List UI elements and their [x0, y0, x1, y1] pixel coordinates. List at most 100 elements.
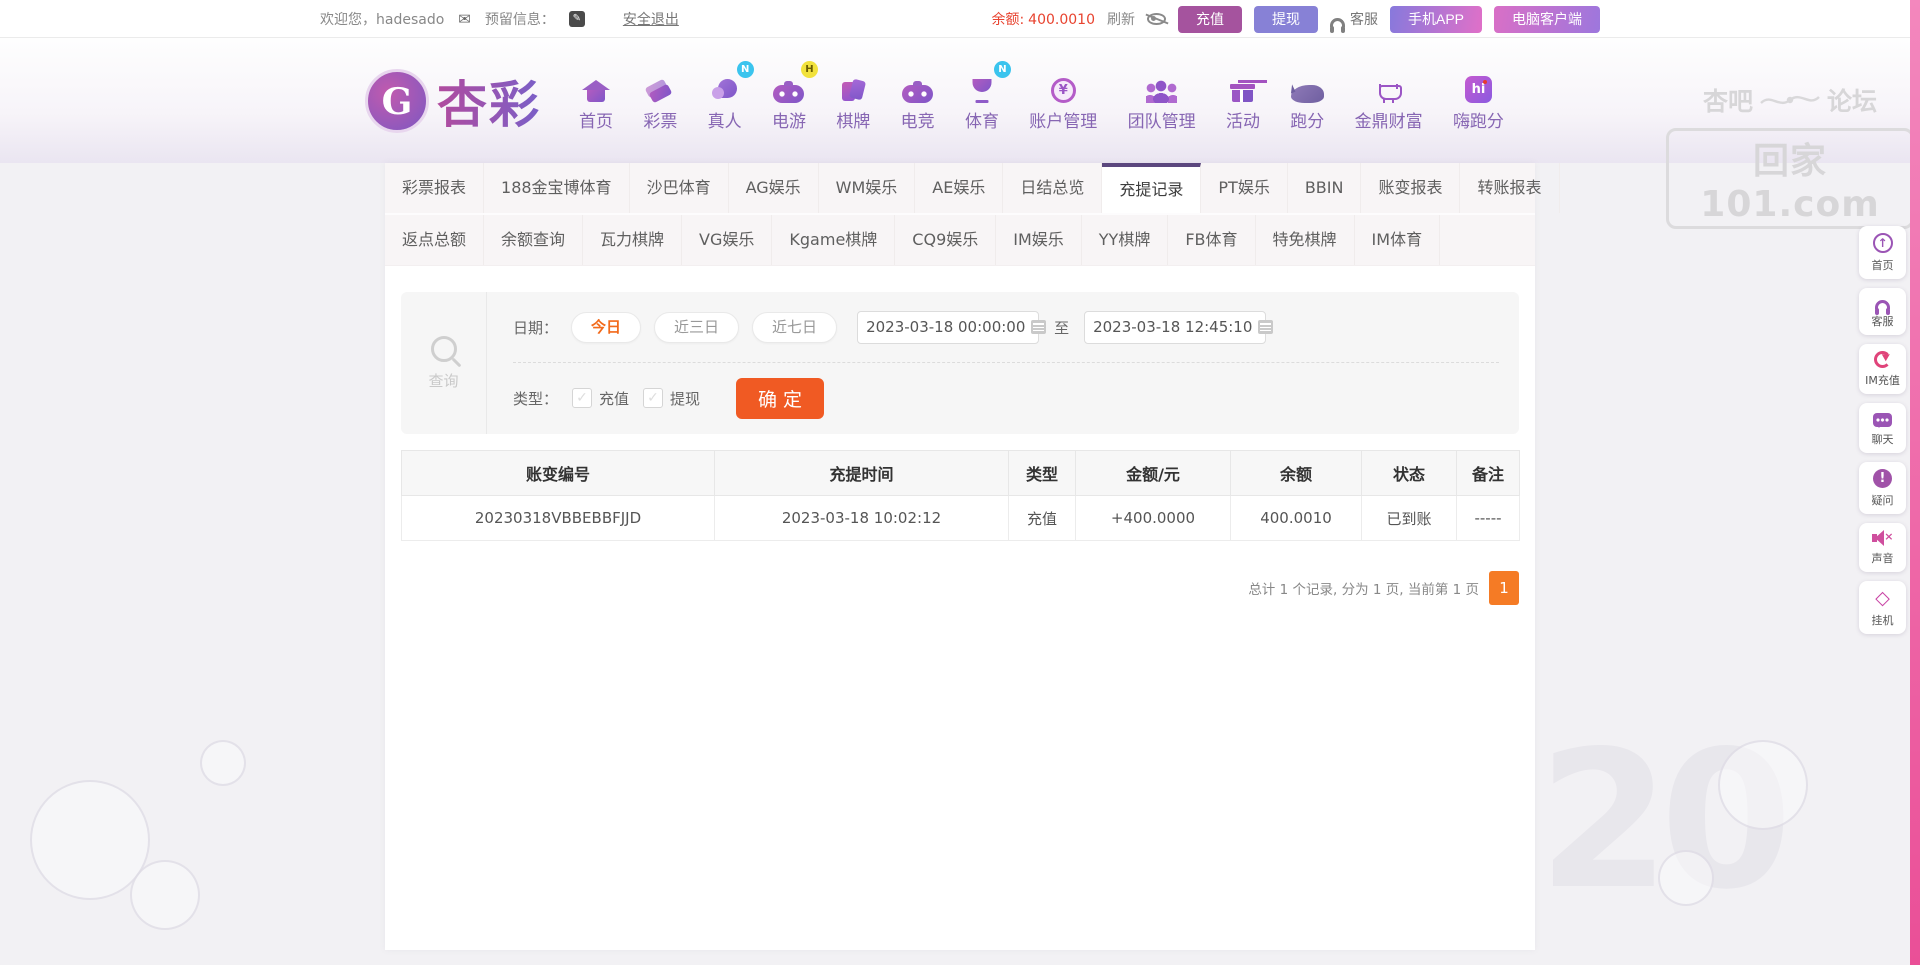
- date-from-input[interactable]: 2023-03-18 00:00:00: [857, 311, 1039, 344]
- search-icon: [431, 336, 457, 362]
- new-badge: N: [994, 61, 1011, 78]
- nav-item-egames[interactable]: H 电游: [772, 69, 806, 132]
- pc-client-button[interactable]: 电脑客户端: [1494, 6, 1600, 33]
- flourish-icon: [1759, 89, 1821, 111]
- tab-wali[interactable]: 瓦力棋牌: [583, 215, 682, 265]
- col-amount: 金额/元: [1076, 451, 1231, 496]
- nav-item-jinding[interactable]: 金鼎财富: [1355, 69, 1423, 132]
- tab-188-sport[interactable]: 188金宝博体育: [484, 163, 630, 213]
- type-withdraw-checkbox[interactable]: 提现: [643, 388, 700, 409]
- tab-saba-sport[interactable]: 沙巴体育: [630, 163, 729, 213]
- nav-item-sports[interactable]: N 体育: [965, 69, 999, 132]
- records-panel: 彩票报表 188金宝博体育 沙巴体育 AG娱乐 WM娱乐 AE娱乐 日结总览 充…: [385, 163, 1535, 950]
- tab-ae[interactable]: AE娱乐: [915, 163, 1003, 213]
- nav-item-lottery[interactable]: 彩票: [643, 69, 677, 132]
- tab-daily-summary[interactable]: 日结总览: [1003, 163, 1102, 213]
- tab-yy[interactable]: YY棋牌: [1082, 215, 1169, 265]
- cell-time: 2023-03-18 10:02:12: [715, 496, 1009, 541]
- side-idle-button[interactable]: 挂机: [1859, 581, 1906, 634]
- nav-item-live[interactable]: N 真人: [708, 69, 742, 132]
- deposit-button[interactable]: 充值: [1178, 6, 1242, 33]
- tab-account-change-report[interactable]: 账变报表: [1361, 163, 1460, 213]
- live-person-icon: [711, 78, 738, 103]
- tab-im-sport[interactable]: IM体育: [1355, 215, 1441, 265]
- refresh-link[interactable]: 刷新: [1107, 9, 1135, 29]
- tab-rebate-total[interactable]: 返点总额: [385, 215, 484, 265]
- type-label: 类型：: [513, 388, 558, 409]
- side-home-button[interactable]: 首页: [1859, 226, 1906, 279]
- watermark-domain: 回家101.com: [1666, 128, 1914, 229]
- nav-item-hipaofen[interactable]: 嗨跑分: [1453, 69, 1504, 132]
- calendar-icon[interactable]: [1031, 320, 1046, 334]
- col-balance: 余额: [1231, 451, 1362, 496]
- tab-kgame[interactable]: Kgame棋牌: [772, 215, 895, 265]
- hot-badge: H: [801, 61, 818, 78]
- tab-im[interactable]: IM娱乐: [996, 215, 1082, 265]
- nav-item-esports[interactable]: 电竞: [901, 69, 935, 132]
- tab-lottery-report[interactable]: 彩票报表: [385, 163, 484, 213]
- recharge-refresh-icon: [1874, 351, 1891, 368]
- mobile-app-button[interactable]: 手机APP: [1390, 6, 1482, 33]
- table-row: 20230318VBBEBBFJJD 2023-03-18 10:02:12 充…: [402, 496, 1520, 541]
- hi-icon: [1465, 76, 1492, 103]
- nav-item-account[interactable]: 账户管理: [1029, 69, 1097, 132]
- tab-fb-sport[interactable]: FB体育: [1168, 215, 1255, 265]
- topbar: 欢迎您，hadesado 预留信息： 安全退出 余额:400.0010 刷新 充…: [0, 0, 1920, 38]
- esports-gamepad-icon: [902, 85, 933, 103]
- tab-cq9[interactable]: CQ9娱乐: [895, 215, 996, 265]
- tab-pt[interactable]: PT娱乐: [1201, 163, 1287, 213]
- col-time: 充提时间: [715, 451, 1009, 496]
- checkbox-icon[interactable]: [643, 388, 663, 408]
- logout-link[interactable]: 安全退出: [623, 9, 679, 29]
- nav-item-home[interactable]: 首页: [579, 69, 613, 132]
- rhino-icon: [1291, 85, 1324, 103]
- tab-temian[interactable]: 特免棋牌: [1256, 215, 1355, 265]
- header: 杏彩 首页 彩票 N 真人 H 电游 棋牌: [0, 38, 1920, 163]
- tab-ag[interactable]: AG娱乐: [729, 163, 819, 213]
- pink-edge-strip[interactable]: [1910, 0, 1920, 965]
- tab-vg[interactable]: VG娱乐: [682, 215, 772, 265]
- type-deposit-checkbox[interactable]: 充值: [572, 388, 629, 409]
- cell-type: 充值: [1009, 496, 1076, 541]
- side-sound-button[interactable]: × 声音: [1859, 523, 1906, 572]
- customer-service-link[interactable]: 客服: [1330, 9, 1378, 29]
- tab-recharge-withdraw-records[interactable]: 充提记录: [1102, 163, 1201, 213]
- col-status: 状态: [1362, 451, 1457, 496]
- tab-bbin[interactable]: BBIN: [1288, 163, 1362, 213]
- slots-gamepad-icon: [773, 85, 804, 103]
- new-badge: N: [737, 61, 754, 78]
- forum-watermark: 杏吧 论坛 回家101.com: [1666, 82, 1914, 229]
- mail-icon[interactable]: [458, 10, 471, 28]
- nav-item-team[interactable]: 团队管理: [1128, 69, 1196, 132]
- team-icon: [1146, 80, 1177, 103]
- question-icon: [1873, 469, 1892, 488]
- side-im-recharge-button[interactable]: IM充值: [1859, 344, 1906, 394]
- col-remark: 备注: [1457, 451, 1520, 496]
- quick-3days-button[interactable]: 近三日: [654, 312, 739, 343]
- floating-side-menu: 首页 客服 IM充值 聊天 疑问 × 声音 挂机: [1859, 226, 1906, 634]
- quick-today-button[interactable]: 今日: [571, 312, 641, 343]
- page-1-button[interactable]: 1: [1489, 571, 1519, 605]
- balance-display: 余额:400.0010: [991, 9, 1095, 29]
- calendar-icon[interactable]: [1258, 320, 1273, 334]
- withdraw-button[interactable]: 提现: [1254, 6, 1318, 33]
- checkbox-icon[interactable]: [572, 388, 592, 408]
- side-service-button[interactable]: 客服: [1859, 288, 1906, 335]
- side-question-button[interactable]: 疑问: [1859, 462, 1906, 514]
- trophy-icon: [969, 79, 995, 103]
- tab-wm[interactable]: WM娱乐: [819, 163, 916, 213]
- tab-transfer-report[interactable]: 转账报表: [1460, 163, 1559, 213]
- confirm-button[interactable]: 确 定: [736, 378, 824, 419]
- edit-pencil-icon[interactable]: [569, 11, 585, 27]
- date-to-input[interactable]: 2023-03-18 12:45:10: [1084, 311, 1266, 344]
- eye-off-icon[interactable]: [1147, 13, 1166, 25]
- site-logo[interactable]: 杏彩: [365, 65, 541, 137]
- nav-item-promotions[interactable]: 活动: [1226, 69, 1260, 132]
- tab-balance-query[interactable]: 余额查询: [484, 215, 583, 265]
- side-chat-button[interactable]: 聊天: [1859, 403, 1906, 453]
- quick-7days-button[interactable]: 近七日: [752, 312, 837, 343]
- nav-item-paofen[interactable]: 跑分: [1290, 69, 1324, 132]
- nav-item-boardgames[interactable]: 棋牌: [836, 69, 870, 132]
- headset-icon: [1875, 300, 1890, 309]
- pagination: 总计 1 个记录, 分为 1 页, 当前第 1 页 1: [401, 571, 1519, 605]
